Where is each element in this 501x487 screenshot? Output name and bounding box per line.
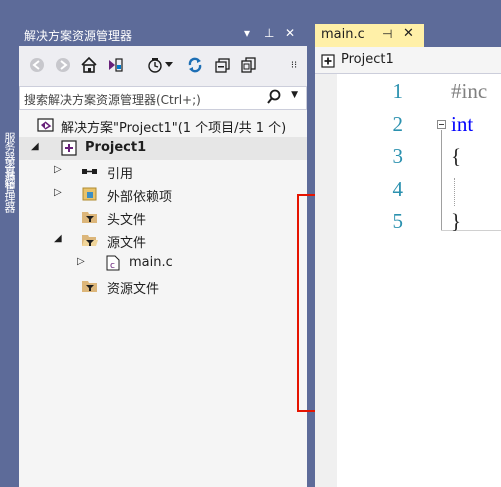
cpp-project-icon (321, 53, 335, 72)
back-icon[interactable] (27, 55, 47, 75)
indent-guide (454, 178, 455, 206)
line-number: 3 (392, 144, 404, 168)
tree-item-label: Project1 (85, 140, 147, 155)
tree-item-label: 解决方案"Project1"(1 个项目/共 1 个) (61, 121, 287, 136)
filter-dropdown-icon[interactable] (163, 55, 175, 75)
code-line-1: #inc (451, 79, 488, 103)
external-deps-icon (81, 186, 97, 202)
close-icon[interactable]: ✕ (285, 26, 295, 40)
solution-icon (37, 117, 54, 133)
solution-explorer-title-bar: 解决方案资源管理器 ▾ ⊥ ✕ (19, 24, 307, 46)
solution-explorer-toolbar: ⁝⁝ (19, 46, 307, 86)
filter-folder-icon (81, 209, 97, 225)
line-number: 5 (392, 209, 404, 233)
editor-navigation-bar[interactable]: Project1 (315, 47, 501, 74)
search-input[interactable]: 搜索解决方案资源管理器(Ctrl+;) ▼ (19, 86, 307, 110)
outline-guide (441, 130, 442, 230)
close-tab-icon[interactable]: ✕ (403, 26, 414, 41)
search-placeholder: 搜索解决方案资源管理器(Ctrl+;) (24, 93, 201, 107)
collapse-arrow-icon[interactable]: ◢ (31, 141, 39, 152)
pin-icon[interactable]: ⊥ (264, 26, 274, 40)
code-line-5: } (451, 209, 462, 233)
outline-end (441, 230, 501, 231)
tree-item-header-files[interactable]: 头文件 (19, 206, 307, 229)
tree-item-project1[interactable]: ◢ Project1 (19, 137, 307, 160)
expand-arrow-icon[interactable]: ▷ (54, 187, 62, 198)
left-tool-strip: 服务器资源管理器 工具箱 (0, 0, 19, 487)
panel-title: 解决方案资源管理器 (24, 29, 133, 43)
nav-project-label: Project1 (341, 52, 394, 67)
tree-item-main-c[interactable]: ▷ c main.c (19, 252, 307, 275)
switch-views-icon[interactable] (105, 55, 125, 75)
search-icon[interactable] (266, 88, 282, 110)
search-options-dropdown-icon[interactable]: ▼ (291, 90, 298, 100)
references-icon (81, 163, 97, 179)
tree-item-label: 源文件 (107, 236, 147, 251)
toolbox-tab[interactable]: 工具箱 (1, 158, 18, 188)
code-line-2: int (451, 112, 474, 136)
expand-arrow-icon[interactable]: ▷ (77, 256, 85, 267)
editor-margin (315, 74, 337, 487)
svg-text:c: c (110, 261, 115, 271)
code-editor[interactable]: 1 2 3 4 5 #inc int { } (315, 74, 501, 487)
tree-item-external-dependencies[interactable]: ▷ 外部依赖项 (19, 183, 307, 206)
tree-item-label: main.c (129, 255, 173, 270)
filter-folder-icon (81, 278, 97, 294)
tree-item-label: 引用 (107, 167, 134, 182)
expand-arrow-icon[interactable]: ▷ (54, 164, 62, 175)
tree-item-label: 外部依赖项 (107, 190, 173, 205)
line-number: 1 (392, 79, 404, 103)
tree-item-label: 资源文件 (107, 282, 160, 297)
line-number: 4 (392, 177, 404, 201)
tree-item-references[interactable]: ▷ 引用 (19, 160, 307, 183)
tree-item-label: 头文件 (107, 213, 147, 228)
collapse-block-icon[interactable] (437, 120, 446, 129)
tree-item-source-files[interactable]: ◢ 源文件 (19, 229, 307, 252)
tree-item-resource-files[interactable]: 资源文件 (19, 275, 307, 298)
line-number: 2 (392, 112, 404, 136)
panel-options-dropdown-icon[interactable]: ▾ (244, 26, 250, 40)
filter-folder-open-icon (81, 232, 98, 248)
c-file-icon: c (105, 255, 121, 271)
cpp-project-icon (61, 140, 77, 156)
home-icon[interactable] (79, 55, 99, 75)
pin-tab-icon[interactable]: ⊣ (382, 27, 392, 41)
tree-item-solution[interactable]: 解决方案"Project1"(1 个项目/共 1 个) (19, 114, 307, 137)
collapse-all-icon[interactable] (213, 55, 233, 75)
solution-explorer-panel: 解决方案资源管理器 ▾ ⊥ ✕ ⁝⁝ 搜索解决方案资源管理器(Ctrl+;) ▼… (19, 24, 307, 487)
code-line-3: { (451, 144, 462, 168)
tab-main-c[interactable]: main.c ⊣ ✕ (315, 24, 424, 47)
refresh-icon[interactable] (185, 55, 205, 75)
show-all-files-icon[interactable] (239, 55, 259, 75)
collapse-arrow-icon[interactable]: ◢ (54, 233, 62, 244)
tab-label: main.c (321, 27, 365, 42)
pending-changes-filter-icon[interactable] (145, 55, 165, 75)
forward-icon[interactable] (53, 55, 73, 75)
more-commands-icon[interactable]: ⁝⁝ (287, 55, 301, 75)
